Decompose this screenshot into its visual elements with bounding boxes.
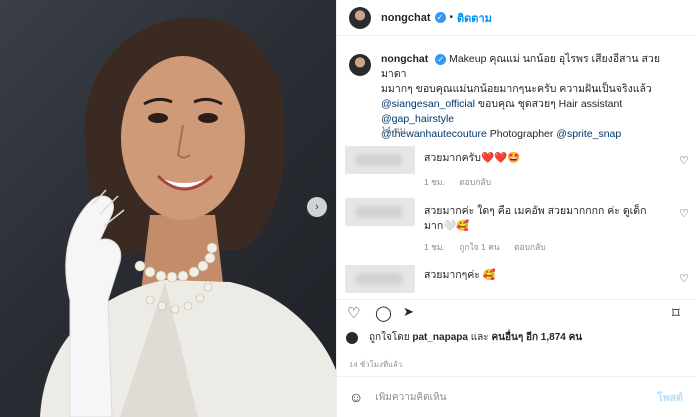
- comment-like-heart-icon[interactable]: ♡: [679, 272, 689, 285]
- post-header: nongchat ✓ • ติดตาม: [337, 0, 696, 36]
- likes-others-link[interactable]: คนอื่นๆ อีก 1,874 คน: [491, 332, 582, 343]
- caption-line-3: ขอบคุณ ชุดสวยๆ Hair assistant: [474, 98, 623, 110]
- add-comment-bar: ☺ โพสต์: [337, 376, 696, 417]
- comment-like-heart-icon[interactable]: ♡: [679, 207, 689, 220]
- follow-button[interactable]: ติดตาม: [457, 9, 492, 27]
- comment-meta: 1 ชม. ถูกใจ 1 คน ตอบกลับ: [424, 240, 558, 254]
- likes-text: ถูกใจโดย pat_napapa และ คนอื่นๆ อีก 1,87…: [369, 330, 582, 345]
- post-timestamp: 14 ชั่วโมงที่แล้ว: [349, 360, 403, 369]
- caption-timestamp: 14 ชม.: [381, 125, 409, 135]
- share-icon[interactable]: ➤: [403, 304, 414, 320]
- comment-input[interactable]: [375, 391, 626, 403]
- emoji-icon[interactable]: ☺: [349, 389, 363, 405]
- comment-text: สวยมากๆค่ะ 🥰: [424, 269, 496, 281]
- caption-username[interactable]: nongchat: [381, 53, 428, 65]
- author-username[interactable]: nongchat: [381, 12, 431, 24]
- comment-time: 1 ชม.: [424, 242, 445, 252]
- likes-summary: ถูกใจโดย pat_napapa และ คนอื่นๆ อีก 1,87…: [345, 330, 582, 345]
- caption-line-4: Photographer: [486, 128, 557, 140]
- author-avatar[interactable]: [349, 6, 371, 29]
- portrait-illustration: [40, 17, 336, 417]
- save-bookmark-icon[interactable]: ⌑: [672, 304, 680, 322]
- comment-like-heart-icon[interactable]: ♡: [679, 154, 689, 167]
- next-photo-button[interactable]: ›: [307, 197, 327, 217]
- chevron-right-icon: ›: [315, 200, 319, 213]
- caption-text: nongchat ✓ Makeup คุณแม่ นกน้อย อุไรพร เ…: [381, 52, 681, 142]
- reply-button[interactable]: ตอบกลับ: [514, 242, 546, 252]
- post-sidebar: nongchat ✓ • ติดตาม nongchat ✓ Makeup คุ…: [336, 0, 696, 417]
- comment-time: 1 ชม.: [424, 177, 445, 187]
- reply-button[interactable]: ตอบกลับ: [459, 177, 491, 187]
- likes-middle: และ: [467, 332, 492, 343]
- caption-avatar[interactable]: [349, 54, 371, 76]
- comment-like-count[interactable]: ถูกใจ 1 คน: [459, 242, 499, 252]
- liker-avatar[interactable]: [345, 330, 359, 345]
- blurred-commenter: [345, 265, 415, 293]
- blurred-commenter: [345, 198, 415, 226]
- likes-prefix: ถูกใจโดย: [369, 332, 413, 343]
- verified-badge-icon: ✓: [434, 12, 446, 23]
- comment-meta: 1 ชม. ตอบกลับ: [424, 175, 503, 189]
- post-photo: ›: [0, 0, 336, 417]
- like-heart-icon[interactable]: ♡: [347, 304, 360, 322]
- separator-dot: •: [449, 12, 454, 23]
- verified-badge-icon: ✓: [435, 54, 447, 65]
- liker-username[interactable]: pat_napapa: [412, 332, 468, 343]
- mention-link[interactable]: @siangesan_official: [381, 98, 475, 110]
- caption-line-2: มมากๆ ขอบคุณแม่นกน้อยมากๆนะครับ ความฝันเ…: [381, 83, 652, 95]
- post-comment-button[interactable]: โพสต์: [657, 389, 683, 406]
- comment-text: สวยมากครับ❤️❤️🤩: [424, 152, 521, 164]
- blurred-commenter: [345, 146, 415, 174]
- mention-link[interactable]: @sprite_snap: [556, 128, 621, 140]
- comment-text: สวยมากค่ะ ใดๆ คือ เมคอัพ สวยมากกกก ค่ะ ด…: [424, 205, 647, 232]
- comment-icon[interactable]: ◯: [375, 304, 392, 322]
